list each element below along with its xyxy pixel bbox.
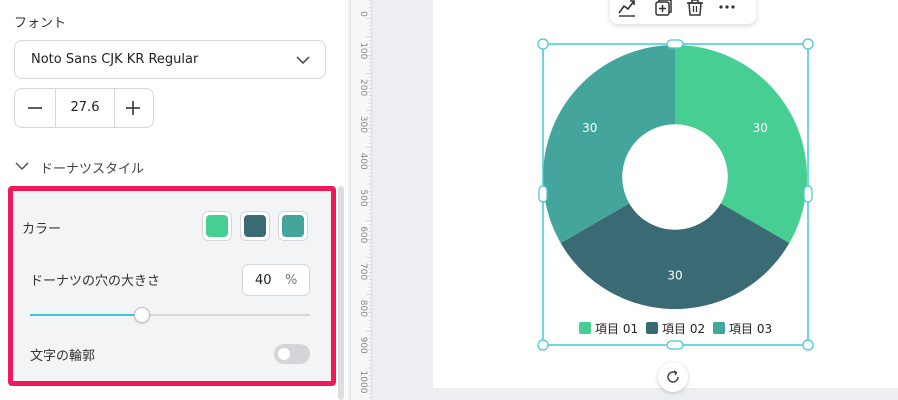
resize-handle[interactable] [666, 39, 684, 49]
chart-toolbar [610, 0, 756, 24]
toggle-knob [278, 348, 290, 360]
hole-size-label: ドーナツの穴の大きさ [30, 274, 161, 289]
decrease-font-size-button[interactable] [15, 89, 55, 127]
ruler-tick-label: 200 [358, 79, 368, 96]
font-family-select[interactable]: Noto Sans CJK KR Regular [14, 40, 326, 79]
color-swatch-1[interactable] [202, 211, 232, 241]
swatch-fill [282, 215, 304, 237]
hole-size-value: 40 [255, 273, 272, 288]
design-canvas[interactable]: 30 30 30 項目 01 項目 02 項目 03 [372, 0, 898, 400]
ruler-tick-label: 700 [358, 263, 368, 280]
font-family-value: Noto Sans CJK KR Regular [31, 52, 199, 67]
slice-data-label: 30 [667, 268, 682, 282]
ruler-tick-label: 100 [358, 42, 368, 59]
swatch-fill [206, 215, 228, 237]
resize-handle[interactable] [803, 185, 813, 203]
ruler-tick-label: 500 [358, 189, 368, 206]
legend-label: 項目 02 [662, 322, 705, 336]
color-label: カラー [22, 222, 62, 237]
ruler-tick-label: 0 [358, 11, 368, 17]
chart-analytics-icon[interactable] [616, 0, 638, 18]
font-size-input[interactable]: 27.6 [56, 89, 114, 127]
rotate-button[interactable] [658, 362, 688, 392]
hole-size-unit: % [285, 273, 298, 288]
ruler-ticks: 0 100 200 300 400 500 600 700 800 900 1000 [358, 0, 373, 398]
ruler-tick-label: 900 [358, 337, 368, 354]
donut-style-label: ドーナツスタイル [40, 162, 145, 177]
resize-handle[interactable] [537, 38, 549, 50]
resize-handle[interactable] [802, 339, 814, 351]
slider-fill [30, 314, 142, 316]
increase-font-size-button[interactable] [113, 89, 153, 127]
rotate-icon [667, 370, 679, 383]
text-outline-toggle[interactable] [274, 344, 310, 364]
ruler-tick-label: 600 [358, 226, 368, 243]
chevron-down-icon [15, 162, 29, 171]
swatch-fill [244, 215, 266, 237]
legend-label: 項目 01 [595, 322, 638, 336]
ruler-tick-label: 1000 [358, 371, 368, 394]
ruler-tick-label: 300 [358, 116, 368, 133]
vertical-ruler: 0 100 200 300 400 500 600 700 800 900 1000 [350, 0, 373, 400]
font-label: フォント [14, 16, 67, 31]
text-outline-label: 文字の輪郭 [30, 349, 96, 364]
legend-label: 項目 03 [729, 322, 772, 336]
legend-swatch [579, 322, 591, 334]
color-swatch-3[interactable] [278, 211, 308, 241]
chevron-down-icon [296, 56, 310, 65]
ruler-tick-label: 800 [358, 300, 368, 317]
resize-handle[interactable] [666, 340, 684, 350]
slider-thumb[interactable] [134, 307, 150, 323]
slice-data-label: 30 [753, 121, 768, 135]
donut-chart[interactable]: 30 30 30 項目 01 項目 02 項目 03 [372, 0, 898, 400]
slice-data-label: 30 [582, 121, 597, 135]
donut-hole [622, 124, 728, 230]
hole-size-slider[interactable] [30, 314, 310, 316]
legend-swatch [713, 322, 725, 334]
resize-handle[interactable] [537, 339, 549, 351]
font-size-stepper[interactable]: 27.6 [14, 88, 154, 128]
hole-size-input[interactable]: 40 % [242, 264, 310, 296]
panel-scrollbar[interactable] [338, 186, 344, 400]
plus-icon [126, 101, 140, 115]
duplicate-icon[interactable] [652, 0, 674, 18]
delete-icon[interactable] [684, 0, 706, 18]
resize-handle[interactable] [802, 38, 814, 50]
minus-icon [28, 107, 42, 109]
more-icon[interactable] [716, 0, 738, 18]
properties-panel: フォント Noto Sans CJK KR Regular 27.6 ドーナツス… [0, 0, 348, 400]
color-swatch-2[interactable] [240, 211, 270, 241]
resize-handle[interactable] [538, 185, 548, 203]
ruler-tick-label: 400 [358, 153, 368, 170]
legend-swatch [646, 322, 658, 334]
